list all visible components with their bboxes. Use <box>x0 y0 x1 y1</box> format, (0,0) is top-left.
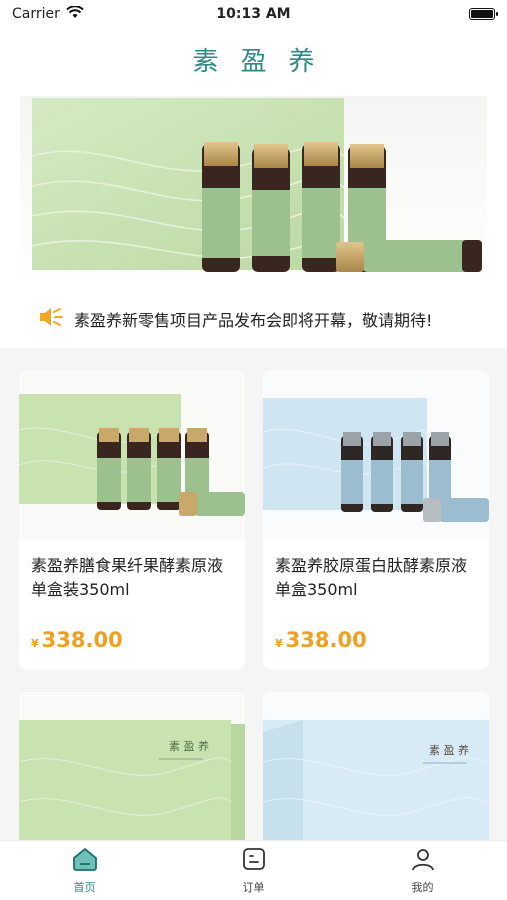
product-card[interactable]: 素 盈 养 <box>263 692 489 840</box>
product-price: ¥ 338.00 <box>31 628 123 652</box>
product-image <box>19 370 245 540</box>
product-name: 素盈养膳食果纤果酵素原液单盒装350ml <box>31 556 224 599</box>
product-card[interactable]: 素 盈 养 <box>19 692 245 840</box>
profile-icon <box>411 847 435 875</box>
battery-icon <box>469 8 498 20</box>
tab-bar: 首页 订单 我的 <box>0 840 507 900</box>
status-left: Carrier <box>12 4 84 23</box>
home-icon <box>72 847 98 875</box>
product-card[interactable]: 素盈养胶原蛋白肽酵素原液单盒350ml ¥ 338.00 <box>263 370 489 670</box>
tab-home[interactable]: 首页 <box>0 841 169 900</box>
carrier-label: Carrier <box>12 6 60 22</box>
announcement-bar[interactable]: 素盈养新零售项目产品发布会即将开幕，敬请期待! <box>0 290 507 348</box>
nav-bar: 素盈养 <box>0 28 507 90</box>
product-card[interactable]: 素盈养膳食果纤果酵素原液单盒装350ml ¥ 338.00 <box>19 370 245 670</box>
currency-symbol: ¥ <box>31 637 39 650</box>
banner-carousel[interactable] <box>0 90 507 290</box>
product-set-illustration <box>31 98 482 272</box>
tab-orders[interactable]: 订单 <box>169 841 338 900</box>
product-image: 素 盈 养 <box>263 692 489 840</box>
product-image <box>263 370 489 540</box>
tab-label: 我的 <box>411 880 434 894</box>
tab-label: 首页 <box>73 880 96 894</box>
order-icon <box>242 847 266 875</box>
app-title: 素盈养 <box>192 46 337 77</box>
svg-text:素 盈 养: 素 盈 养 <box>169 739 209 753</box>
currency-symbol: ¥ <box>275 637 283 650</box>
product-grid: 素盈养膳食果纤果酵素原液单盒装350ml ¥ 338.00 素盈养胶原蛋白肽酵素… <box>0 348 507 840</box>
svg-text:素 盈 养: 素 盈 养 <box>429 743 469 757</box>
price-value: 338.00 <box>41 628 123 652</box>
wifi-icon <box>66 4 84 23</box>
speaker-icon <box>38 306 64 332</box>
status-bar: Carrier 10:13 AM <box>0 0 507 28</box>
tab-label: 订单 <box>242 880 265 894</box>
product-name: 素盈养胶原蛋白肽酵素原液单盒350ml <box>275 556 468 599</box>
tab-profile[interactable]: 我的 <box>338 841 507 900</box>
announcement-text: 素盈养新零售项目产品发布会即将开幕，敬请期待! <box>74 311 433 330</box>
banner-image <box>20 96 487 288</box>
product-image: 素 盈 养 <box>19 692 245 840</box>
product-price: ¥ 338.00 <box>275 628 367 652</box>
price-value: 338.00 <box>285 628 367 652</box>
